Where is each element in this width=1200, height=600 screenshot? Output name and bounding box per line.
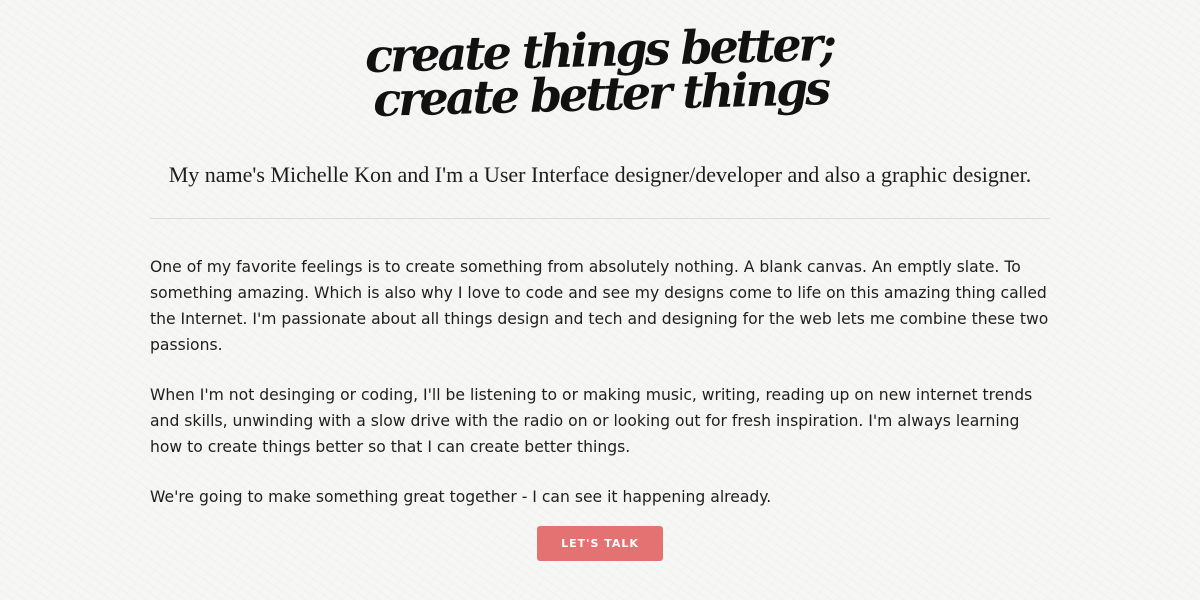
about-section: One of my favorite feelings is to create… [150, 254, 1050, 534]
intro-tagline: My name's Michelle Kon and I'm a User In… [168, 162, 1032, 187]
about-paragraph-1: One of my favorite feelings is to create… [150, 258, 1049, 354]
lets-talk-button[interactable]: LET'S TALK [537, 526, 663, 561]
about-paragraph-2: When I'm not desinging or coding, I'll b… [150, 386, 1033, 456]
handwritten-logo-title: create things better; create better thin… [0, 12, 1200, 131]
section-divider [150, 218, 1050, 219]
hero-section: create things better; create better thin… [0, 0, 1200, 220]
about-paragraph-3: We're going to make something great toge… [150, 488, 772, 506]
